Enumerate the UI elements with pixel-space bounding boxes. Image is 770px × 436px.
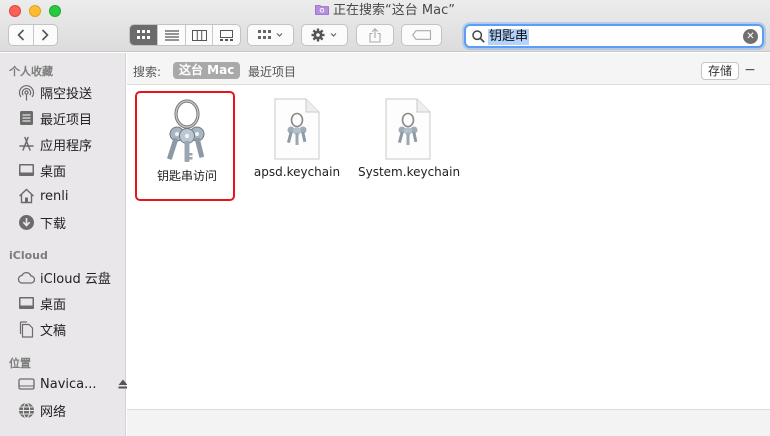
sidebar-item-label: iCloud 云盘 — [40, 271, 111, 287]
columns-icon — [191, 29, 207, 41]
smart-folder-icon — [315, 5, 329, 15]
result-item-name: apsd.keychain — [253, 165, 341, 179]
list-view-button[interactable] — [157, 25, 185, 45]
cloud-icon — [17, 271, 35, 284]
chevron-left-icon — [17, 29, 25, 41]
gear-icon — [311, 28, 336, 42]
result-item-name: System.keychain — [358, 165, 461, 179]
window-title: 正在搜索“这台 Mac” — [0, 3, 770, 19]
column-view-button[interactable] — [184, 25, 213, 45]
chevron-right-icon — [42, 29, 50, 41]
search-icon — [472, 30, 485, 43]
sidebar-item-label: 应用程序 — [40, 138, 93, 154]
desktop-icon — [18, 297, 34, 309]
sidebar-section-locations: 位置 — [9, 357, 31, 370]
view-mode-selector — [129, 24, 241, 46]
disk-icon — [17, 378, 35, 390]
sidebar-item-applications[interactable]: 应用程序 — [17, 134, 122, 154]
sidebar-item-label: 桌面 — [40, 164, 67, 180]
tags-button[interactable] — [401, 24, 442, 46]
search-field[interactable]: 钥匙串 ✕ — [464, 24, 764, 48]
recents-icon — [19, 111, 33, 125]
back-button[interactable] — [9, 25, 33, 45]
finder-window: 正在搜索“这台 Mac” 钥匙串 ✕ 个人收藏 隔空投送 最近项目 应用程序 桌… — [0, 0, 770, 436]
applications-icon — [18, 136, 34, 151]
sidebar-item-downloads[interactable]: 下载 — [17, 212, 122, 232]
share-button[interactable] — [356, 24, 394, 46]
result-item-system-keychain[interactable]: System.keychain — [358, 91, 461, 201]
keychain-access-app-icon — [167, 99, 205, 162]
toolbar: 正在搜索“这台 Mac” 钥匙串 ✕ — [0, 0, 770, 52]
sidebar-item-label: 桌面 — [40, 297, 67, 313]
search-results-area: 搜索: 这台 Mac 最近项目 存储 − 钥匙串访问 apsd.keychain… — [127, 53, 770, 436]
network-icon — [18, 402, 34, 418]
result-item-name: 钥匙串访问 — [156, 169, 217, 183]
sidebar-item-label: 隔空投送 — [40, 86, 93, 102]
scope-recents-button[interactable]: 最近项目 — [248, 63, 296, 80]
home-icon — [18, 188, 34, 204]
path-bar — [127, 409, 770, 436]
gallery-icon — [220, 29, 234, 41]
icon-view-button[interactable] — [130, 25, 158, 45]
search-query-text[interactable]: 钥匙串 — [488, 29, 530, 45]
document-icon — [19, 320, 33, 338]
remove-criteria-button[interactable]: − — [741, 62, 759, 80]
keychain-file-icon — [385, 98, 431, 160]
icon-grid-icon — [136, 30, 150, 39]
sidebar-item-airdrop[interactable]: 隔空投送 — [17, 82, 122, 102]
group-grid-icon — [257, 30, 282, 39]
navigation-buttons — [8, 24, 58, 46]
sidebar-item-documents[interactable]: 文稿 — [17, 319, 122, 339]
window-title-text: 正在搜索“这台 Mac” — [333, 3, 455, 18]
forward-button[interactable] — [32, 25, 57, 45]
sidebar-item-network[interactable]: 网络 — [17, 400, 122, 420]
share-icon — [369, 27, 381, 43]
sidebar-item-label: 网络 — [40, 404, 67, 420]
result-item-keychain-access[interactable]: 钥匙串访问 — [135, 91, 235, 201]
result-item-apsd-keychain[interactable]: apsd.keychain — [247, 91, 347, 201]
scope-this-mac-button[interactable]: 这台 Mac — [173, 62, 241, 79]
desktop-icon — [18, 164, 34, 176]
action-menu-button[interactable] — [301, 24, 348, 46]
downloads-icon — [18, 214, 34, 230]
airdrop-icon — [18, 84, 34, 100]
clear-search-icon[interactable]: ✕ — [743, 29, 758, 44]
sidebar-item-icloud-desktop[interactable]: 桌面 — [17, 293, 122, 313]
sidebar-item-label: Navica... — [40, 376, 97, 392]
sidebar-item-label: 最近项目 — [40, 112, 93, 128]
group-by-button[interactable] — [247, 24, 294, 46]
sidebar-item-label: renli — [40, 188, 69, 204]
sidebar: 个人收藏 隔空投送 最近项目 应用程序 桌面 renli 下载 iCloud i… — [0, 53, 128, 436]
sidebar-item-icloud-drive[interactable]: iCloud 云盘 — [17, 267, 122, 287]
save-search-button[interactable]: 存储 — [701, 62, 739, 80]
sidebar-section-favorites: 个人收藏 — [9, 65, 53, 78]
search-scope-bar: 搜索: 这台 Mac 最近项目 存储 − — [127, 53, 770, 85]
sidebar-item-label: 下载 — [40, 216, 67, 232]
list-icon — [164, 29, 179, 41]
scope-label: 搜索: — [133, 65, 162, 79]
gallery-view-button[interactable] — [212, 25, 240, 45]
sidebar-item-label: 文稿 — [40, 323, 67, 339]
sidebar-section-icloud: iCloud — [9, 249, 48, 262]
sidebar-item-recents[interactable]: 最近项目 — [17, 108, 122, 128]
sidebar-item-disk-navicat[interactable]: Navica... — [17, 374, 128, 394]
tag-icon — [411, 30, 431, 40]
sidebar-item-home[interactable]: renli — [17, 186, 122, 206]
sidebar-item-desktop[interactable]: 桌面 — [17, 160, 122, 180]
keychain-file-icon — [274, 98, 320, 160]
